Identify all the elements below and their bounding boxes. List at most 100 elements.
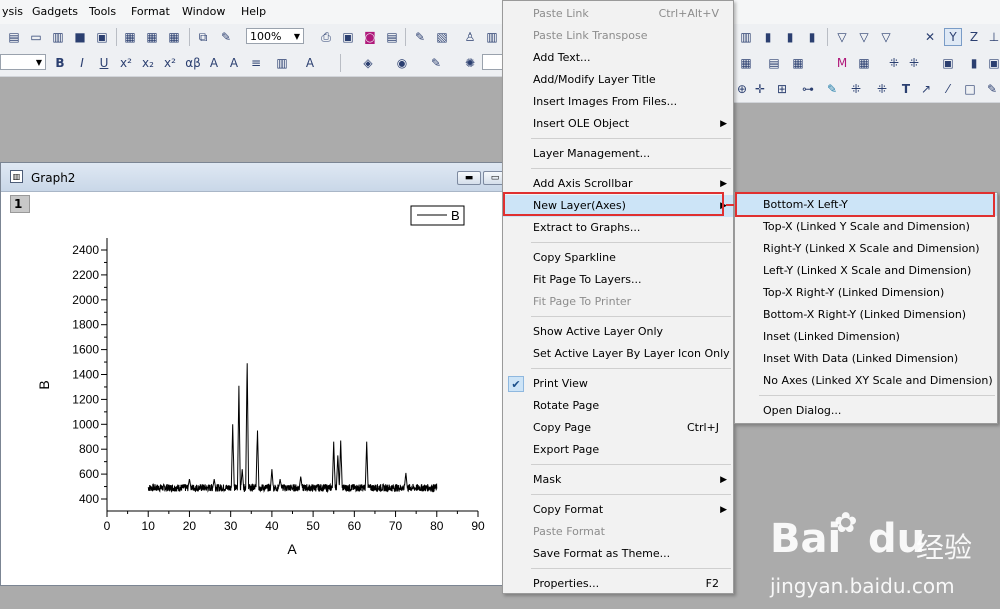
histogram-icon[interactable]: ▮	[804, 29, 820, 45]
print-icon[interactable]: ⎙	[318, 29, 334, 45]
panel-icon[interactable]: ▣	[986, 55, 1000, 71]
code-builder-icon[interactable]: ✎	[412, 29, 428, 45]
submenu-item-no-axes-linked-xy-scale-and-dimension[interactable]: No Axes (Linked XY Scale and Dimension)	[735, 370, 997, 392]
save-template-icon[interactable]: ▣	[94, 29, 110, 45]
notes-icon[interactable]: ▧	[434, 29, 450, 45]
line-color-icon[interactable]: ✎	[428, 55, 444, 71]
text-tool-icon[interactable]: T	[898, 81, 914, 97]
menu-item-insert-images-from-files[interactable]: Insert Images From Files...	[503, 91, 733, 113]
menu-item-paste-link[interactable]: Paste Link Ctrl+Alt+V	[503, 3, 733, 25]
merge-icon[interactable]: ▦	[856, 55, 872, 71]
menu-item-export-page[interactable]: Export Page	[503, 439, 733, 461]
data-selector-icon[interactable]: ⊶	[800, 81, 816, 97]
line-width-select[interactable]	[482, 54, 504, 70]
menu-item-add-modify-layer-title[interactable]: Add/Modify Layer Title	[503, 69, 733, 91]
open-template-icon[interactable]: ▥	[50, 29, 66, 45]
zoom-select[interactable]: 100% ▼	[246, 28, 304, 44]
submenu-item-right-y-linked-x-scale-and-dimension[interactable]: Right-Y (Linked X Scale and Dimension)	[735, 238, 997, 260]
submenu-item-inset-with-data-linked-dimension[interactable]: Inset With Data (Linked Dimension)	[735, 348, 997, 370]
menu-analysis[interactable]: ysis	[2, 5, 23, 18]
align-layers-icon[interactable]: ⁜	[906, 55, 922, 71]
arrow-tool-icon[interactable]: ↗	[918, 81, 934, 97]
script-window-icon[interactable]: ▤	[384, 29, 400, 45]
legend[interactable]: B	[410, 205, 465, 226]
supersubscript-icon[interactable]: x²	[162, 55, 178, 71]
menu-item-paste-format[interactable]: Paste Format	[503, 521, 733, 543]
menu-window[interactable]: Window	[182, 5, 225, 18]
open-icon[interactable]: ▭	[28, 29, 44, 45]
menu-item-rotate-page[interactable]: Rotate Page	[503, 395, 733, 417]
region-icon[interactable]: ⁜	[874, 81, 890, 97]
filter-clear-icon[interactable]: ▽	[856, 29, 872, 45]
decrease-font-icon[interactable]: A	[226, 55, 242, 71]
menu-item-print-view[interactable]: ✔ Print View	[503, 373, 733, 395]
font-select[interactable]: ▼	[0, 54, 46, 70]
pattern-icon[interactable]: ▥	[274, 55, 290, 71]
fill-color-icon[interactable]: ◈	[360, 55, 376, 71]
import-multiple-icon[interactable]: ▦	[144, 29, 160, 45]
filter-option-icon[interactable]: ▽	[878, 29, 894, 45]
close-icon[interactable]: ✕	[922, 29, 938, 45]
menu-item-mask[interactable]: Mask ▶	[503, 469, 733, 491]
increase-font-icon[interactable]: A	[206, 55, 222, 71]
arrange-icon[interactable]: ⁜	[886, 55, 902, 71]
lock-icon[interactable]: ▣	[940, 55, 956, 71]
menu-item-save-format-as-theme[interactable]: Save Format as Theme...	[503, 543, 733, 565]
table-icon[interactable]: ▤	[766, 55, 782, 71]
output-icon[interactable]: ▥	[484, 29, 500, 45]
error-column-icon[interactable]: ⊥	[986, 29, 1000, 45]
font-color-icon[interactable]: A	[302, 55, 318, 71]
y-column-icon[interactable]: Y	[944, 28, 962, 46]
menu-item-properties[interactable]: Properties... F2	[503, 573, 733, 595]
greek-icon[interactable]: αβ	[182, 55, 204, 71]
menu-item-fit-page-to-layers[interactable]: Fit Page To Layers...	[503, 269, 733, 291]
menu-item-copy-format[interactable]: Copy Format ▶	[503, 499, 733, 521]
z-column-icon[interactable]: Z	[966, 29, 982, 45]
page-icon[interactable]: ▮	[966, 55, 982, 71]
menu-item-paste-link-transpose[interactable]: Paste Link Transpose	[503, 25, 733, 47]
italic-icon[interactable]: I	[74, 55, 90, 71]
subscript-icon[interactable]: x₂	[140, 55, 156, 71]
underline-icon[interactable]: U	[96, 55, 112, 71]
project-explorer-icon[interactable]: ♙	[462, 29, 478, 45]
import-icon[interactable]: ▦	[122, 29, 138, 45]
menu-tools[interactable]: Tools	[89, 5, 116, 18]
submenu-item-bottom-x-right-y-linked-dimension[interactable]: Bottom-X Right-Y (Linked Dimension)	[735, 304, 997, 326]
submenu-item-top-x-linked-y-scale-and-dimension[interactable]: Top-X (Linked Y Scale and Dimension)	[735, 216, 997, 238]
menu-item-copy-sparkline[interactable]: Copy Sparkline	[503, 247, 733, 269]
bold-icon[interactable]: B	[52, 55, 68, 71]
refresh-icon[interactable]: ▣	[340, 29, 356, 45]
column-icon[interactable]: ▥	[738, 29, 754, 45]
matrix-icon[interactable]: M	[834, 55, 850, 71]
duplicate-icon[interactable]: ⧉	[195, 29, 211, 45]
line-tool-icon[interactable]: ⁄	[940, 81, 956, 97]
submenu-item-inset-linked-dimension[interactable]: Inset (Linked Dimension)	[735, 326, 997, 348]
line-style-icon[interactable]: ✺	[462, 55, 478, 71]
filter-icon[interactable]: ▽	[834, 29, 850, 45]
import-wizard-icon[interactable]: ▦	[166, 29, 182, 45]
menu-item-extract-to-graphs[interactable]: Extract to Graphs...	[503, 217, 733, 239]
menu-item-show-active-layer-only[interactable]: Show Active Layer Only	[503, 321, 733, 343]
screen-reader-icon[interactable]: ✛	[752, 81, 768, 97]
menu-help[interactable]: Help	[241, 5, 266, 18]
pen-tool-icon[interactable]: ✎	[984, 81, 1000, 97]
menu-item-insert-ole-object[interactable]: Insert OLE Object ▶	[503, 113, 733, 135]
menu-item-fit-page-to-printer[interactable]: Fit Page To Printer	[503, 291, 733, 313]
grid-icon[interactable]: ▦	[790, 55, 806, 71]
save-icon[interactable]: ■	[72, 29, 88, 45]
submenu-item-top-x-right-y-linked-dimension[interactable]: Top-X Right-Y (Linked Dimension)	[735, 282, 997, 304]
draw-data-icon[interactable]: ✎	[824, 81, 840, 97]
superscript-icon[interactable]: x²	[118, 55, 134, 71]
new-project-icon[interactable]: ▤	[6, 29, 22, 45]
align-icon[interactable]: ≡	[248, 55, 264, 71]
mask-icon[interactable]: ⁜	[848, 81, 864, 97]
results-log-icon[interactable]: ◙	[362, 29, 378, 45]
recalculate-icon[interactable]: ✎	[218, 29, 234, 45]
submenu-item-open-dialog[interactable]: Open Dialog...	[735, 400, 997, 422]
menu-item-add-text[interactable]: Add Text...	[503, 47, 733, 69]
data-reader-icon[interactable]: ⊞	[774, 81, 790, 97]
layout-icon[interactable]: ▦	[738, 55, 754, 71]
zoom-icon[interactable]: ⊕	[734, 81, 750, 97]
pattern-fill-icon[interactable]: ◉	[394, 55, 410, 71]
menu-item-set-active-layer-by-layer-icon-only[interactable]: Set Active Layer By Layer Icon Only	[503, 343, 733, 365]
